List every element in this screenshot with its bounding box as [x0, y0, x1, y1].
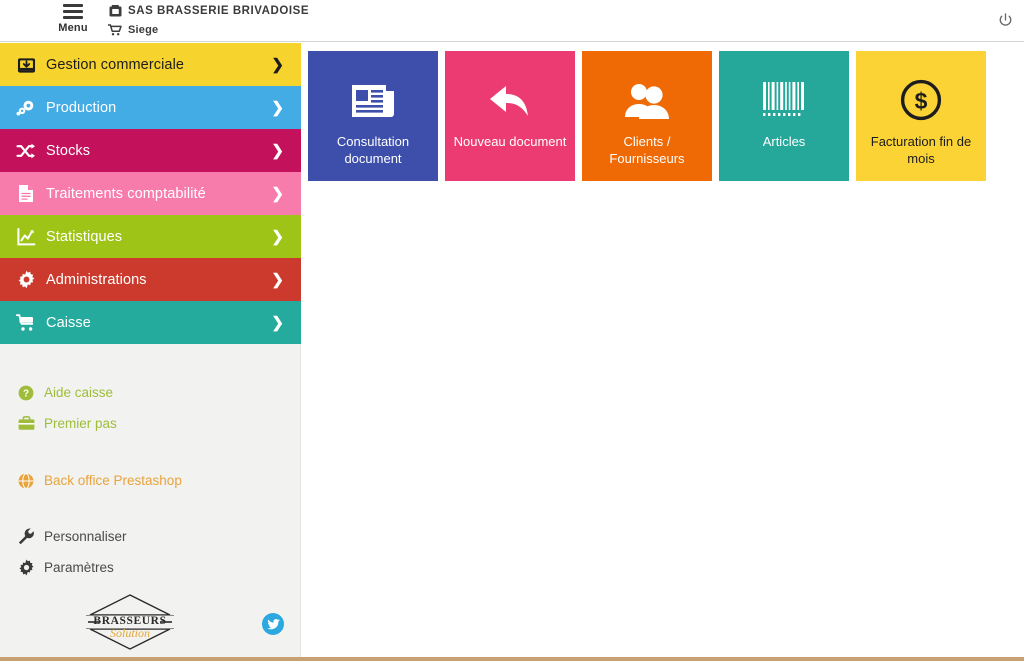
- sidebar-item-production[interactable]: Production ❯: [0, 86, 301, 129]
- twitter-icon: [266, 618, 280, 629]
- cash-cart-icon: [14, 312, 38, 334]
- twitter-button[interactable]: [262, 613, 284, 635]
- sidebar-link-label: Back office Prestashop: [44, 473, 182, 488]
- gears-icon: [14, 97, 38, 119]
- company-name-row: SAS BRASSERIE BRIVADOISE: [108, 1, 309, 20]
- chevron-right-icon: ❯: [271, 142, 284, 159]
- tile-label: Clients / Fournisseurs: [609, 134, 685, 166]
- reply-arrow-icon: [488, 67, 532, 133]
- building-icon: [108, 4, 122, 17]
- sidebar-link-premier-pas[interactable]: Premier pas: [0, 408, 300, 439]
- sidebar-item-label: Caisse: [46, 314, 91, 331]
- sidebar-secondary-links: ? Aide caisse Premier pas Back office Pr…: [0, 344, 300, 583]
- links-spacer-2: [0, 496, 300, 521]
- company-info: SAS BRASSERIE BRIVADOISE Siege: [108, 1, 309, 39]
- tile-label: Articles: [762, 134, 806, 149]
- power-icon: [999, 12, 1011, 26]
- sidebar-link-parametres[interactable]: Paramètres: [0, 552, 300, 583]
- tile-facturation-fin-de-mois[interactable]: $ Facturation fin de mois: [856, 51, 986, 181]
- inbox-download-icon: [14, 54, 38, 76]
- users-icon: [624, 67, 670, 133]
- menu-toggle-label: Menu: [58, 22, 88, 34]
- sidebar-item-administrations[interactable]: Administrations ❯: [0, 258, 301, 301]
- tile-articles[interactable]: Articles: [719, 51, 849, 181]
- brand-logo: BRASSEURS Solution: [82, 591, 178, 653]
- sidebar-nav-list: Gestion commerciale ❯ Production ❯ Stock…: [0, 43, 301, 344]
- app-header: Menu SAS BRASSERIE BRIVADOISE Siege: [0, 0, 1024, 42]
- shuffle-icon: [14, 140, 38, 162]
- tile-label: Consultation document: [336, 134, 410, 166]
- chevron-right-icon: ❯: [271, 228, 284, 245]
- sidebar-item-label: Gestion commerciale: [46, 56, 185, 73]
- document-icon: [14, 183, 38, 205]
- sidebar-item-gestion-commerciale[interactable]: Gestion commerciale ❯: [0, 43, 301, 86]
- site-name-row: Siege: [108, 20, 309, 39]
- barcode-icon: [762, 67, 806, 133]
- wrench-icon: [16, 528, 36, 546]
- sidebar-item-stocks[interactable]: Stocks ❯: [0, 129, 301, 172]
- chevron-right-icon: ❯: [271, 271, 284, 288]
- svg-text:$: $: [915, 88, 928, 114]
- sidebar-item-statistiques[interactable]: Statistiques ❯: [0, 215, 301, 258]
- tile-nouveau-document[interactable]: Nouveau document: [445, 51, 575, 181]
- chart-line-icon: [14, 226, 38, 248]
- menu-toggle-button[interactable]: Menu: [52, 2, 94, 34]
- newspaper-icon: [350, 67, 396, 133]
- chevron-right-icon: ❯: [271, 56, 284, 73]
- gear-icon: [16, 559, 36, 577]
- sidebar-item-label: Production: [46, 99, 117, 116]
- chevron-right-icon: ❯: [271, 99, 284, 116]
- shopping-cart-icon: [108, 23, 122, 36]
- chevron-right-icon: ❯: [271, 314, 284, 331]
- company-name: SAS BRASSERIE BRIVADOISE: [128, 4, 310, 17]
- power-button[interactable]: [994, 9, 1016, 31]
- sidebar-item-label: Statistiques: [46, 228, 123, 245]
- site-name: Siege: [128, 23, 159, 36]
- tile-clients-fournisseurs[interactable]: Clients / Fournisseurs: [582, 51, 712, 181]
- gear-icon: [14, 269, 38, 291]
- sidebar-item-label: Stocks: [46, 142, 91, 159]
- dollar-circle-icon: $: [900, 67, 942, 133]
- question-circle-icon: ?: [16, 384, 36, 402]
- sidebar-link-back-office-prestashop[interactable]: Back office Prestashop: [0, 465, 300, 496]
- sidebar-link-label: Paramètres: [44, 560, 114, 575]
- brand-tagline: Solution: [109, 626, 150, 640]
- chevron-right-icon: ❯: [271, 185, 284, 202]
- sidebar-item-traitements-comptabilite[interactable]: Traitements comptabilité ❯: [0, 172, 301, 215]
- page-bottom-strip: [0, 657, 1024, 661]
- sidebar-link-aide-caisse[interactable]: ? Aide caisse: [0, 377, 300, 408]
- links-spacer: [0, 439, 300, 465]
- sidebar-item-label: Traitements comptabilité: [46, 185, 206, 202]
- tile-label: Nouveau document: [453, 134, 567, 149]
- tile-label: Facturation fin de mois: [870, 134, 972, 166]
- sidebar-item-label: Administrations: [46, 271, 147, 288]
- sidebar: Gestion commerciale ❯ Production ❯ Stock…: [0, 43, 302, 661]
- sidebar-link-personnaliser[interactable]: Personnaliser: [0, 521, 300, 552]
- sidebar-link-label: Personnaliser: [44, 529, 127, 544]
- sidebar-link-label: Aide caisse: [44, 385, 114, 400]
- svg-text:?: ?: [23, 388, 29, 399]
- hamburger-icon: [63, 4, 83, 19]
- sidebar-item-caisse[interactable]: Caisse ❯: [0, 301, 301, 344]
- tile-consultation-document[interactable]: Consultation document: [308, 51, 438, 181]
- briefcase-icon: [16, 415, 36, 433]
- sidebar-footer: BRASSEURS Solution: [0, 591, 301, 657]
- sidebar-link-label: Premier pas: [44, 416, 117, 431]
- tile-grid: Consultation document Nouveau document C…: [308, 51, 993, 181]
- globe-icon: [16, 472, 36, 490]
- main-content: Consultation document Nouveau document C…: [302, 43, 1024, 661]
